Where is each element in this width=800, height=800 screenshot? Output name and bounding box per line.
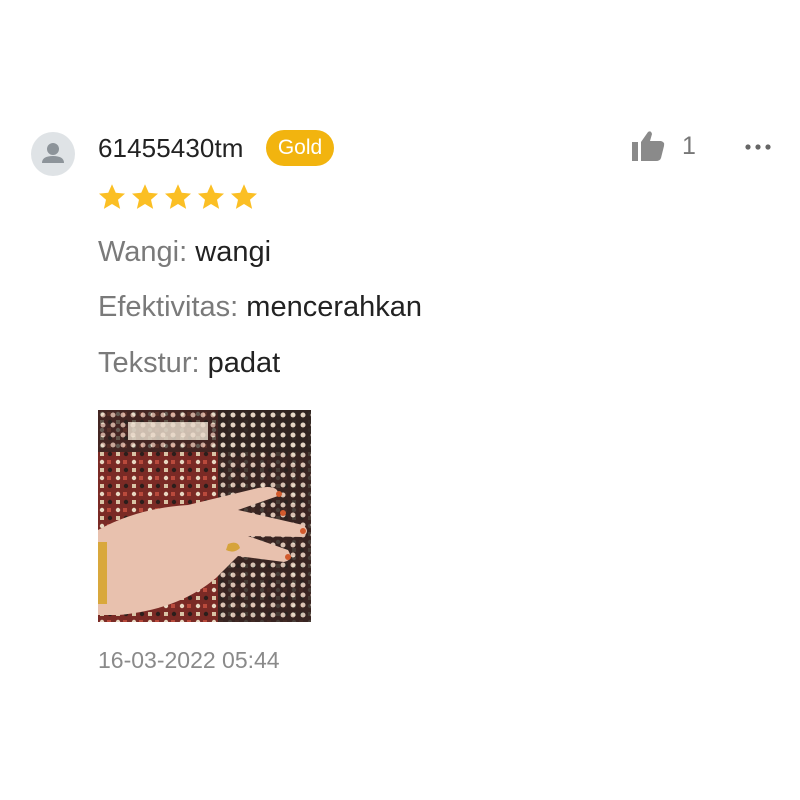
review-timestamp: 16-03-2022 05:44 [98, 647, 280, 673]
avatar[interactable] [31, 132, 75, 176]
attribute-row-efektivitas: Efektivitas: mencerahkan [98, 290, 422, 324]
attribute-value: wangi [195, 236, 272, 268]
more-dots-icon [745, 144, 771, 150]
attribute-value: mencerahkan [246, 291, 422, 323]
star-icon [99, 184, 125, 209]
star-rating [97, 182, 259, 212]
user-silhouette-icon [42, 143, 64, 163]
attribute-label: Tekstur: [98, 347, 200, 379]
star-icon [231, 184, 257, 209]
status-badge: Gold [266, 130, 334, 166]
attribute-value: padat [207, 347, 281, 379]
review-card: 61455430tm Gold 1 Wangi: wangi Efektivit… [0, 0, 800, 800]
username[interactable]: 61455430tm [98, 133, 244, 163]
review-photo[interactable] [98, 410, 311, 622]
star-icon [132, 184, 158, 209]
like-button[interactable]: 1 [630, 128, 696, 164]
attribute-label: Wangi: [98, 236, 188, 268]
attribute-row-wangi: Wangi: wangi [98, 235, 271, 269]
attribute-row-tekstur: Tekstur: padat [98, 346, 280, 380]
review-photo-image [98, 410, 311, 622]
star-icon [165, 184, 191, 209]
more-options-button[interactable] [740, 134, 776, 160]
star-icon [198, 184, 224, 209]
attribute-label: Efektivitas: [98, 291, 239, 323]
like-count: 1 [682, 132, 696, 160]
thumbs-up-icon [632, 131, 665, 161]
